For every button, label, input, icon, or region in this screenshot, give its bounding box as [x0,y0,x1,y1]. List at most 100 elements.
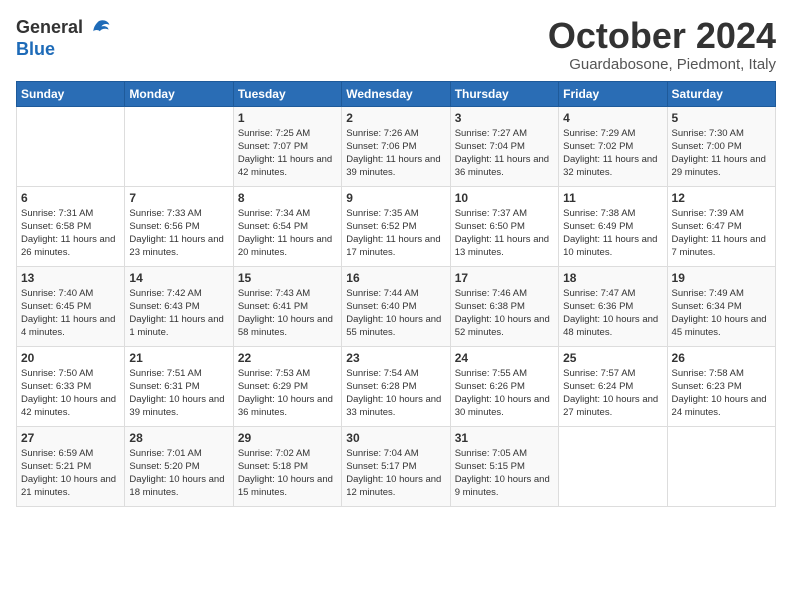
calendar-cell: 26 Sunrise: 7:58 AM Sunset: 6:23 PM Dayli… [667,346,775,426]
day-number: 9 [346,191,445,205]
day-info: Sunrise: 7:04 AM Sunset: 5:17 PM Dayligh… [346,447,445,500]
day-number: 16 [346,271,445,285]
day-number: 23 [346,351,445,365]
day-number: 26 [672,351,771,365]
day-header-thursday: Thursday [450,81,558,106]
day-number: 24 [455,351,554,365]
day-number: 30 [346,431,445,445]
title-block: October 2024 Guardabosone, Piedmont, Ita… [548,16,776,73]
calendar-cell [559,426,667,506]
day-info: Sunrise: 7:02 AM Sunset: 5:18 PM Dayligh… [238,447,337,500]
day-number: 22 [238,351,337,365]
day-info: Sunrise: 7:39 AM Sunset: 6:47 PM Dayligh… [672,207,771,260]
day-header-sunday: Sunday [17,81,125,106]
calendar-cell: 18 Sunrise: 7:47 AM Sunset: 6:36 PM Dayli… [559,266,667,346]
day-info: Sunrise: 7:44 AM Sunset: 6:40 PM Dayligh… [346,287,445,340]
calendar-cell [125,106,233,186]
day-number: 28 [129,431,228,445]
day-info: Sunrise: 7:38 AM Sunset: 6:49 PM Dayligh… [563,207,662,260]
calendar-cell: 19 Sunrise: 7:49 AM Sunset: 6:34 PM Dayli… [667,266,775,346]
day-number: 20 [21,351,120,365]
calendar-cell: 8 Sunrise: 7:34 AM Sunset: 6:54 PM Daylig… [233,186,341,266]
day-info: Sunrise: 7:30 AM Sunset: 7:00 PM Dayligh… [672,127,771,180]
day-number: 18 [563,271,662,285]
day-header-wednesday: Wednesday [342,81,450,106]
day-info: Sunrise: 7:49 AM Sunset: 6:34 PM Dayligh… [672,287,771,340]
day-info: Sunrise: 7:51 AM Sunset: 6:31 PM Dayligh… [129,367,228,420]
calendar-cell [17,106,125,186]
day-number: 3 [455,111,554,125]
logo-bird-icon [87,16,111,40]
calendar-cell: 13 Sunrise: 7:40 AM Sunset: 6:45 PM Dayli… [17,266,125,346]
calendar-table: SundayMondayTuesdayWednesdayThursdayFrid… [16,81,776,507]
calendar-cell: 30 Sunrise: 7:04 AM Sunset: 5:17 PM Dayli… [342,426,450,506]
day-number: 14 [129,271,228,285]
day-info: Sunrise: 7:31 AM Sunset: 6:58 PM Dayligh… [21,207,120,260]
calendar-cell [667,426,775,506]
day-number: 5 [672,111,771,125]
day-number: 29 [238,431,337,445]
day-number: 25 [563,351,662,365]
calendar-cell: 9Sunrise: 7:35 AM Sunset: 6:52 PM Daylig… [342,186,450,266]
calendar-cell: 23Sunrise: 7:54 AM Sunset: 6:28 PM Dayli… [342,346,450,426]
calendar-cell: 21 Sunrise: 7:51 AM Sunset: 6:31 PM Dayli… [125,346,233,426]
calendar-cell: 4Sunrise: 7:29 AM Sunset: 7:02 PM Daylig… [559,106,667,186]
calendar-cell: 17 Sunrise: 7:46 AM Sunset: 6:38 PM Dayli… [450,266,558,346]
day-number: 1 [238,111,337,125]
day-number: 15 [238,271,337,285]
calendar-week-row: 20 Sunrise: 7:50 AM Sunset: 6:33 PM Dayli… [17,346,776,426]
day-info: Sunrise: 7:33 AM Sunset: 6:56 PM Dayligh… [129,207,228,260]
day-info: Sunrise: 7:50 AM Sunset: 6:33 PM Dayligh… [21,367,120,420]
calendar-cell: 2 Sunrise: 7:26 AM Sunset: 7:06 PM Daylig… [342,106,450,186]
calendar-cell: 14 Sunrise: 7:42 AM Sunset: 6:43 PM Dayli… [125,266,233,346]
day-number: 21 [129,351,228,365]
day-info: Sunrise: 7:27 AM Sunset: 7:04 PM Dayligh… [455,127,554,180]
location-subtitle: Guardabosone, Piedmont, Italy [548,56,776,73]
calendar-cell: 27Sunrise: 6:59 AM Sunset: 5:21 PM Dayli… [17,426,125,506]
calendar-cell: 16 Sunrise: 7:44 AM Sunset: 6:40 PM Dayli… [342,266,450,346]
day-info: Sunrise: 7:55 AM Sunset: 6:26 PM Dayligh… [455,367,554,420]
calendar-cell: 7Sunrise: 7:33 AM Sunset: 6:56 PM Daylig… [125,186,233,266]
day-info: Sunrise: 7:25 AM Sunset: 7:07 PM Dayligh… [238,127,337,180]
day-info: Sunrise: 7:46 AM Sunset: 6:38 PM Dayligh… [455,287,554,340]
day-info: Sunrise: 7:40 AM Sunset: 6:45 PM Dayligh… [21,287,120,340]
calendar-week-row: 27Sunrise: 6:59 AM Sunset: 5:21 PM Dayli… [17,426,776,506]
day-number: 17 [455,271,554,285]
day-number: 6 [21,191,120,205]
day-info: Sunrise: 7:26 AM Sunset: 7:06 PM Dayligh… [346,127,445,180]
day-info: Sunrise: 6:59 AM Sunset: 5:21 PM Dayligh… [21,447,120,500]
calendar-cell: 3 Sunrise: 7:27 AM Sunset: 7:04 PM Daylig… [450,106,558,186]
day-number: 2 [346,111,445,125]
day-info: Sunrise: 7:34 AM Sunset: 6:54 PM Dayligh… [238,207,337,260]
calendar-cell: 24 Sunrise: 7:55 AM Sunset: 6:26 PM Dayli… [450,346,558,426]
day-info: Sunrise: 7:43 AM Sunset: 6:41 PM Dayligh… [238,287,337,340]
day-info: Sunrise: 7:42 AM Sunset: 6:43 PM Dayligh… [129,287,228,340]
calendar-cell: 25Sunrise: 7:57 AM Sunset: 6:24 PM Dayli… [559,346,667,426]
day-number: 13 [21,271,120,285]
day-number: 10 [455,191,554,205]
calendar-cell: 15 Sunrise: 7:43 AM Sunset: 6:41 PM Dayli… [233,266,341,346]
calendar-week-row: 13 Sunrise: 7:40 AM Sunset: 6:45 PM Dayli… [17,266,776,346]
calendar-cell: 20 Sunrise: 7:50 AM Sunset: 6:33 PM Dayli… [17,346,125,426]
logo-general-text: General [16,18,83,38]
month-title: October 2024 [548,16,776,56]
day-number: 11 [563,191,662,205]
calendar-cell: 10 Sunrise: 7:37 AM Sunset: 6:50 PM Dayli… [450,186,558,266]
calendar-cell: 5 Sunrise: 7:30 AM Sunset: 7:00 PM Daylig… [667,106,775,186]
calendar-cell: 1 Sunrise: 7:25 AM Sunset: 7:07 PM Daylig… [233,106,341,186]
day-number: 4 [563,111,662,125]
page-header: General Blue October 2024 Guardabosone, … [16,16,776,73]
logo-blue-text: Blue [16,40,111,60]
calendar-cell: 22Sunrise: 7:53 AM Sunset: 6:29 PM Dayli… [233,346,341,426]
calendar-week-row: 6 Sunrise: 7:31 AM Sunset: 6:58 PM Daylig… [17,186,776,266]
day-info: Sunrise: 7:47 AM Sunset: 6:36 PM Dayligh… [563,287,662,340]
day-header-saturday: Saturday [667,81,775,106]
day-info: Sunrise: 7:58 AM Sunset: 6:23 PM Dayligh… [672,367,771,420]
day-info: Sunrise: 7:37 AM Sunset: 6:50 PM Dayligh… [455,207,554,260]
calendar-header-row: SundayMondayTuesdayWednesdayThursdayFrid… [17,81,776,106]
day-number: 8 [238,191,337,205]
day-number: 19 [672,271,771,285]
calendar-cell: 29 Sunrise: 7:02 AM Sunset: 5:18 PM Dayli… [233,426,341,506]
day-header-friday: Friday [559,81,667,106]
calendar-week-row: 1 Sunrise: 7:25 AM Sunset: 7:07 PM Daylig… [17,106,776,186]
